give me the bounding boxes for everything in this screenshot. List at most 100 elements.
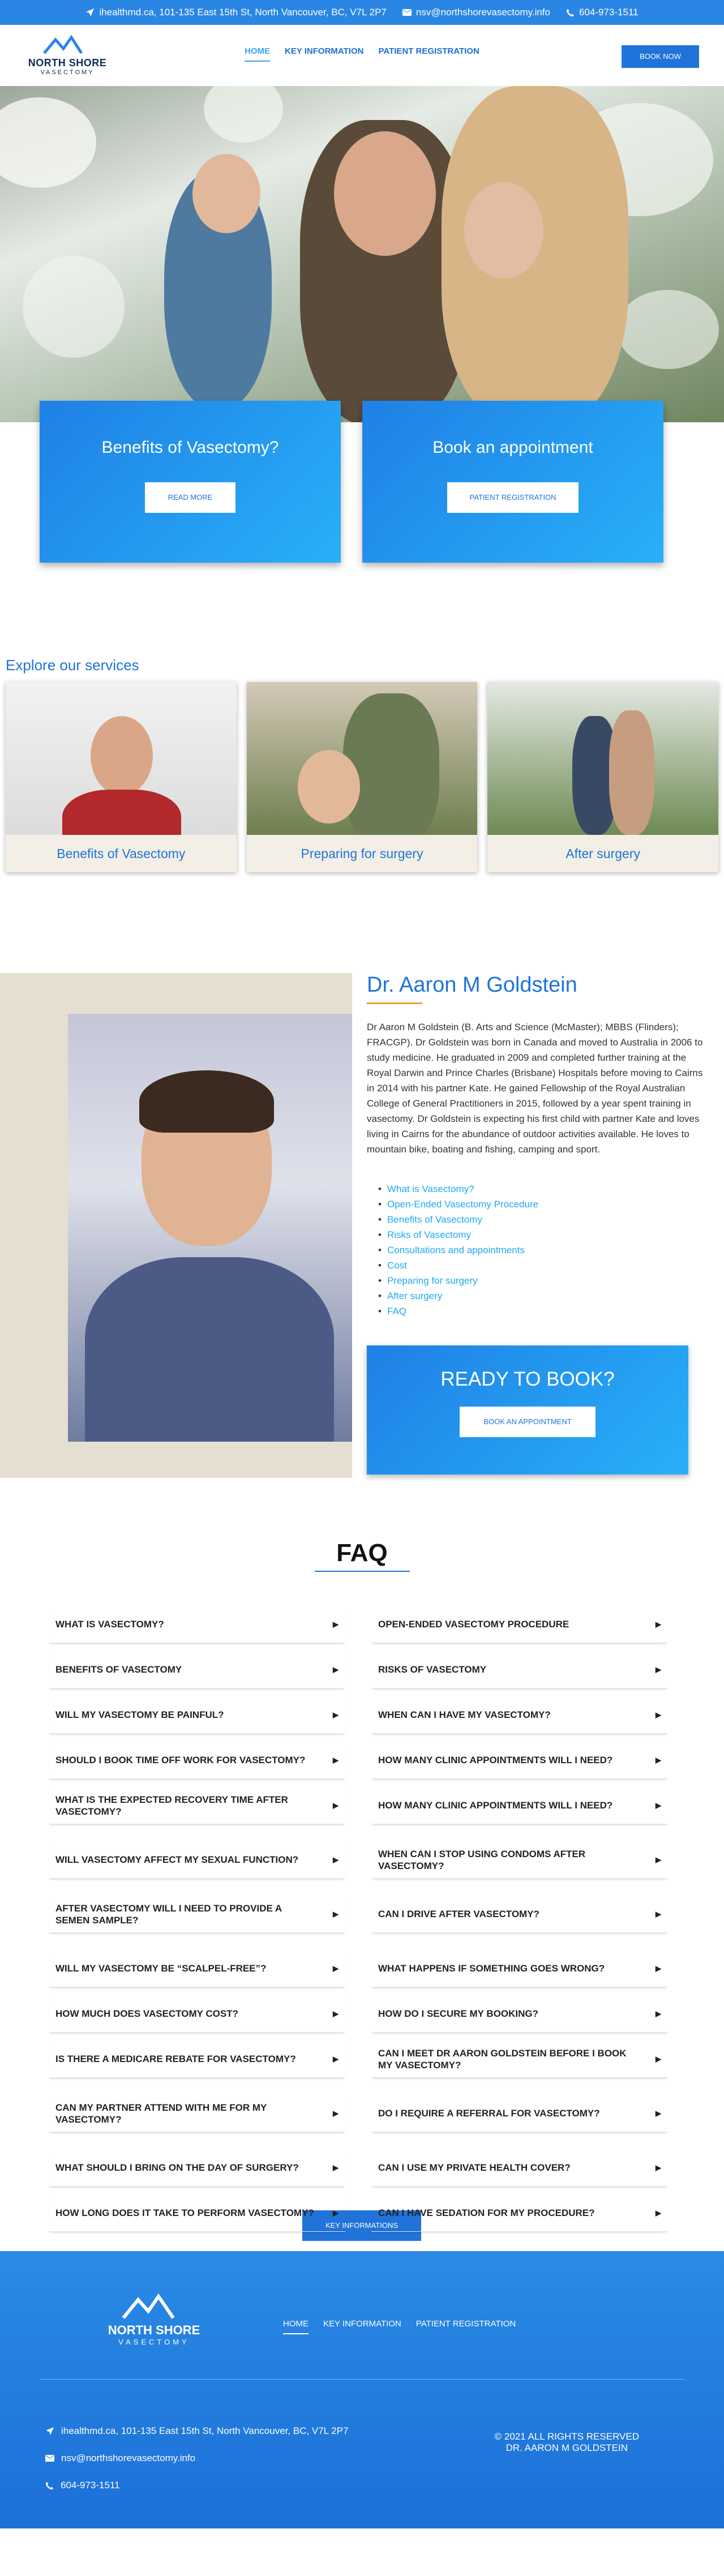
- main-nav: HOME KEY INFORMATION PATIENT REGISTRATIO…: [245, 46, 479, 62]
- site-logo[interactable]: NORTH SHORE VASECTOMY: [26, 35, 109, 76]
- faq-title: FAQ: [336, 1539, 388, 1567]
- caret-right-icon: ▶: [333, 2009, 339, 2018]
- link-risks[interactable]: Risks of Vasectomy: [378, 1227, 538, 1242]
- service-caption: Benefits of Vasectomy: [6, 835, 237, 872]
- footer-nav-patient-registration[interactable]: PATIENT REGISTRATION: [416, 2319, 516, 2334]
- link-open-ended[interactable]: Open-Ended Vasectomy Procedure: [378, 1197, 538, 1212]
- link-benefits[interactable]: Benefits of Vasectomy: [378, 1212, 538, 1227]
- faq-question: BENEFITS OF VASECTOMY: [55, 1664, 182, 1675]
- faq-item[interactable]: WHEN CAN I STOP USING CONDOMS AFTER VASE…: [371, 1841, 668, 1879]
- caret-right-icon: ▶: [656, 1801, 661, 1810]
- faq-item[interactable]: WILL MY VASECTOMY BE PAINFUL? ▶: [49, 1696, 345, 1734]
- service-image: [487, 682, 719, 835]
- email-item[interactable]: nsv@northshorevasectomy.info: [402, 7, 550, 18]
- faq-item[interactable]: HOW MUCH DOES VASECTOMY COST? ▶: [49, 1995, 345, 2033]
- nav-key-information[interactable]: KEY INFORMATION: [285, 46, 363, 62]
- faq-item[interactable]: HOW DO I SECURE MY BOOKING? ▶: [371, 1995, 668, 2033]
- location-arrow-icon: [86, 8, 95, 16]
- footer-phone-text: 604-973-1511: [61, 2480, 120, 2491]
- faq-item[interactable]: WILL VASECTOMY AFFECT MY SEXUAL FUNCTION…: [49, 1841, 345, 1879]
- faq-question: CAN MY PARTNER ATTEND WITH ME FOR MY VAS…: [55, 2102, 267, 2125]
- faq-item[interactable]: HOW MANY CLINIC APPOINTMENTS WILL I NEED…: [371, 1742, 668, 1779]
- doctor-bio: Dr Aaron M Goldstein (B. Arts and Scienc…: [367, 1022, 703, 1155]
- faq-question: IS THERE A MEDICARE REBATE FOR VASECTOMY…: [55, 2054, 296, 2064]
- faq-item[interactable]: DO I REQUIRE A REFERRAL FOR VASECTOMY? ▶: [371, 2095, 668, 2132]
- phone-item[interactable]: 604-973-1511: [566, 7, 639, 18]
- service-card-preparing[interactable]: Preparing for surgery: [246, 682, 478, 872]
- link-what-is-vasectomy[interactable]: What is Vasectomy?: [378, 1181, 538, 1197]
- link-consultations[interactable]: Consultations and appointments: [378, 1242, 538, 1258]
- faq-item[interactable]: HOW LONG DOES IT TAKE TO PERFORM VASECTO…: [49, 2194, 345, 2232]
- caret-right-icon: ▶: [656, 1665, 661, 1674]
- faq-item[interactable]: CAN I DRIVE AFTER VASECTOMY? ▶: [371, 1896, 668, 1933]
- faq-question: WHAT SHOULD I BRING ON THE DAY OF SURGER…: [55, 2162, 299, 2173]
- faq-question: WHAT IS THE EXPECTED RECOVERY TIME AFTER…: [55, 1794, 288, 1817]
- faq-item[interactable]: IS THERE A MEDICARE REBATE FOR VASECTOMY…: [49, 2041, 345, 2078]
- faq-item[interactable]: RISKS OF VASECTOMY ▶: [371, 1651, 668, 1688]
- address-item[interactable]: ihealthmd.ca, 101-135 East 15th St, Nort…: [85, 7, 387, 18]
- phone-icon: [45, 2481, 54, 2489]
- faq-item[interactable]: WHEN CAN I HAVE MY VASECTOMY? ▶: [371, 1696, 668, 1734]
- caret-right-icon: ▶: [333, 2163, 339, 2172]
- service-image: [246, 682, 478, 835]
- footer-email-text: nsv@northshorevasectomy.info: [61, 2453, 196, 2463]
- info-links: What is Vasectomy? Open-Ended Vasectomy …: [378, 1181, 538, 1319]
- book-now-button[interactable]: BOOK NOW: [622, 45, 699, 68]
- caret-right-icon: ▶: [656, 1909, 661, 1918]
- patient-registration-button[interactable]: PATIENT REGISTRATION: [447, 482, 579, 513]
- book-appointment-button[interactable]: BOOK AN APPOINTMENT: [460, 1407, 596, 1437]
- services-section: Explore our services Benefits of Vasecto…: [0, 657, 724, 872]
- faq-item[interactable]: OPEN-ENDED VASECTOMY PROCEDURE ▶: [371, 1606, 668, 1643]
- link-faq[interactable]: FAQ: [378, 1304, 538, 1319]
- faq-question: SHOULD I BOOK TIME OFF WORK FOR VASECTOM…: [55, 1755, 306, 1765]
- faq-item[interactable]: WHAT HAPPENS IF SOMETHING GOES WRONG? ▶: [371, 1950, 668, 1987]
- faq-item[interactable]: CAN I USE MY PRIVATE HEALTH COVER? ▶: [371, 2149, 668, 2187]
- faq-item[interactable]: SHOULD I BOOK TIME OFF WORK FOR VASECTOM…: [49, 1742, 345, 1779]
- link-cost[interactable]: Cost: [378, 1258, 538, 1273]
- link-after-surgery[interactable]: After surgery: [378, 1288, 538, 1304]
- read-more-button[interactable]: READ MORE: [145, 482, 235, 513]
- book-card-title: Book an appointment: [432, 438, 593, 457]
- faq-item[interactable]: WHAT SHOULD I BRING ON THE DAY OF SURGER…: [49, 2149, 345, 2187]
- faq-question: CAN I USE MY PRIVATE HEALTH COVER?: [378, 2162, 571, 2173]
- footer-logo[interactable]: NORTH SHORE VASECTOMY: [97, 2293, 211, 2346]
- faq-item[interactable]: CAN I HAVE SEDATION FOR MY PROCEDURE? ▶: [371, 2194, 668, 2232]
- ready-to-book-card: READY TO BOOK? BOOK AN APPOINTMENT: [367, 1345, 688, 1475]
- faq-item[interactable]: WILL MY VASECTOMY BE “SCALPEL-FREE”? ▶: [49, 1950, 345, 1987]
- footer-nav-key-information[interactable]: KEY INFORMATION: [323, 2319, 401, 2334]
- faq-item[interactable]: WHAT IS VASECTOMY? ▶: [49, 1606, 345, 1643]
- doctor-name: Dr. Aaron M Goldstein: [367, 973, 577, 997]
- service-card-benefits[interactable]: Benefits of Vasectomy: [6, 682, 237, 872]
- faq-item[interactable]: WHAT IS THE EXPECTED RECOVERY TIME AFTER…: [49, 1787, 345, 1824]
- caret-right-icon: ▶: [656, 2108, 661, 2118]
- faq-question: WILL VASECTOMY AFFECT MY SEXUAL FUNCTION…: [55, 1854, 299, 1865]
- faq-question: WHAT HAPPENS IF SOMETHING GOES WRONG?: [378, 1963, 605, 1974]
- nav-patient-registration[interactable]: PATIENT REGISTRATION: [378, 46, 479, 62]
- faq-question: DO I REQUIRE A REFERRAL FOR VASECTOMY?: [378, 2108, 600, 2119]
- faq-item[interactable]: CAN MY PARTNER ATTEND WITH ME FOR MY VAS…: [49, 2095, 345, 2132]
- nav-home[interactable]: HOME: [245, 46, 270, 62]
- caret-right-icon: ▶: [656, 1964, 661, 1973]
- footer-address[interactable]: ihealthmd.ca, 101-135 East 15th St, Nort…: [45, 2418, 348, 2445]
- location-arrow-icon: [46, 2427, 54, 2435]
- faq-question: HOW LONG DOES IT TAKE TO PERFORM VASECTO…: [55, 2208, 314, 2218]
- footer-phone[interactable]: 604-973-1511: [45, 2472, 348, 2499]
- footer-nav-home[interactable]: HOME: [283, 2319, 309, 2334]
- logo-line1: NORTH SHORE: [28, 57, 107, 68]
- faq-item[interactable]: CAN I MEET DR AARON GOLDSTEIN BEFORE I B…: [371, 2041, 668, 2078]
- link-preparing[interactable]: Preparing for surgery: [378, 1273, 538, 1288]
- faq-item[interactable]: HOW MANY CLINIC APPOINTMENTS WILL I NEED…: [371, 1787, 668, 1824]
- faq-question: CAN I MEET DR AARON GOLDSTEIN BEFORE I B…: [378, 2047, 627, 2071]
- caret-right-icon: ▶: [333, 1710, 339, 1719]
- faq-question: WILL MY VASECTOMY BE “SCALPEL-FREE”?: [55, 1963, 267, 1974]
- caret-right-icon: ▶: [333, 2108, 339, 2118]
- service-card-after-surgery[interactable]: After surgery: [487, 682, 719, 872]
- caret-right-icon: ▶: [333, 1755, 339, 1764]
- faq-item[interactable]: AFTER VASECTOMY WILL I NEED TO PROVIDE A…: [49, 1896, 345, 1933]
- doctor-section: Dr. Aaron M Goldstein Dr Aaron M Goldste…: [0, 973, 724, 1478]
- footer-email[interactable]: nsv@northshorevasectomy.info: [45, 2445, 348, 2472]
- faq-item[interactable]: BENEFITS OF VASECTOMY ▶: [49, 1651, 345, 1688]
- title-underline: [367, 1002, 422, 1004]
- feature-cards: Benefits of Vasectomy? READ MORE Book an…: [0, 401, 724, 657]
- address-text: ihealthmd.ca, 101-135 East 15th St, Nort…: [99, 7, 387, 18]
